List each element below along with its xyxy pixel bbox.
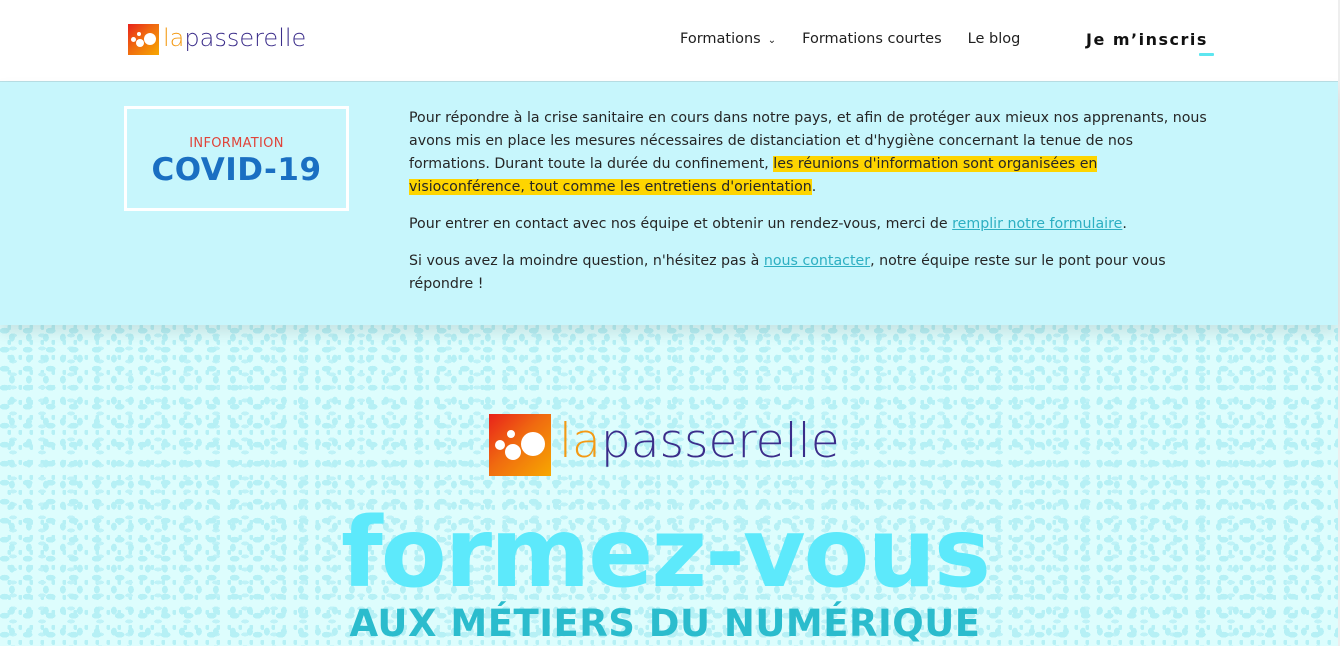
logo-wordmark: lapasserelle <box>163 23 307 52</box>
site-header: lapasserelle Formations ⌄ Formations cou… <box>0 0 1338 82</box>
nav-item-formations-courtes[interactable]: Formations courtes <box>802 31 942 47</box>
header-logo[interactable]: lapasserelle <box>128 24 306 55</box>
covid-paragraph-measures: Pour répondre à la crise sanitaire en co… <box>409 110 1207 195</box>
logo-wordmark: lapasserelle <box>559 413 840 469</box>
logo-mark-icon <box>489 414 551 476</box>
chevron-down-icon: ⌄ <box>767 34 777 46</box>
covid-paragraph-contact: Pour entrer en contact avec nos équipe e… <box>409 216 1127 232</box>
signup-underline-accent <box>1199 53 1214 56</box>
signup-button[interactable]: Je m’inscris <box>1086 30 1208 49</box>
hero-logo: lapasserelle <box>489 414 840 476</box>
covid-info-box: INFORMATION COVID-19 <box>124 106 349 211</box>
covid-title: COVID-19 <box>151 152 322 188</box>
hero-subtitle: AUX MÉTIERS DU NUMÉRIQUE <box>349 602 981 645</box>
nav-item-blog[interactable]: Le blog <box>968 31 1021 47</box>
covid-message: Pour répondre à la crise sanitaire en co… <box>409 107 1209 310</box>
nav-item-formations[interactable]: Formations ⌄ <box>680 31 776 47</box>
contact-link[interactable]: nous contacter <box>764 253 870 269</box>
covid-banner: INFORMATION COVID-19 Pour répondre à la … <box>0 82 1338 325</box>
hero-section: lapasserelle formez-vous AUX MÉTIERS DU … <box>0 325 1338 646</box>
form-link[interactable]: remplir notre formulaire <box>952 216 1122 232</box>
covid-kicker: INFORMATION <box>189 136 284 151</box>
hero-title: formez-vous <box>341 497 991 609</box>
logo-mark-icon <box>128 24 159 55</box>
main-nav: Formations ⌄ Formations courtes Le blog <box>680 31 1020 47</box>
covid-paragraph-questions: Si vous avez la moindre question, n'hési… <box>409 253 1166 292</box>
